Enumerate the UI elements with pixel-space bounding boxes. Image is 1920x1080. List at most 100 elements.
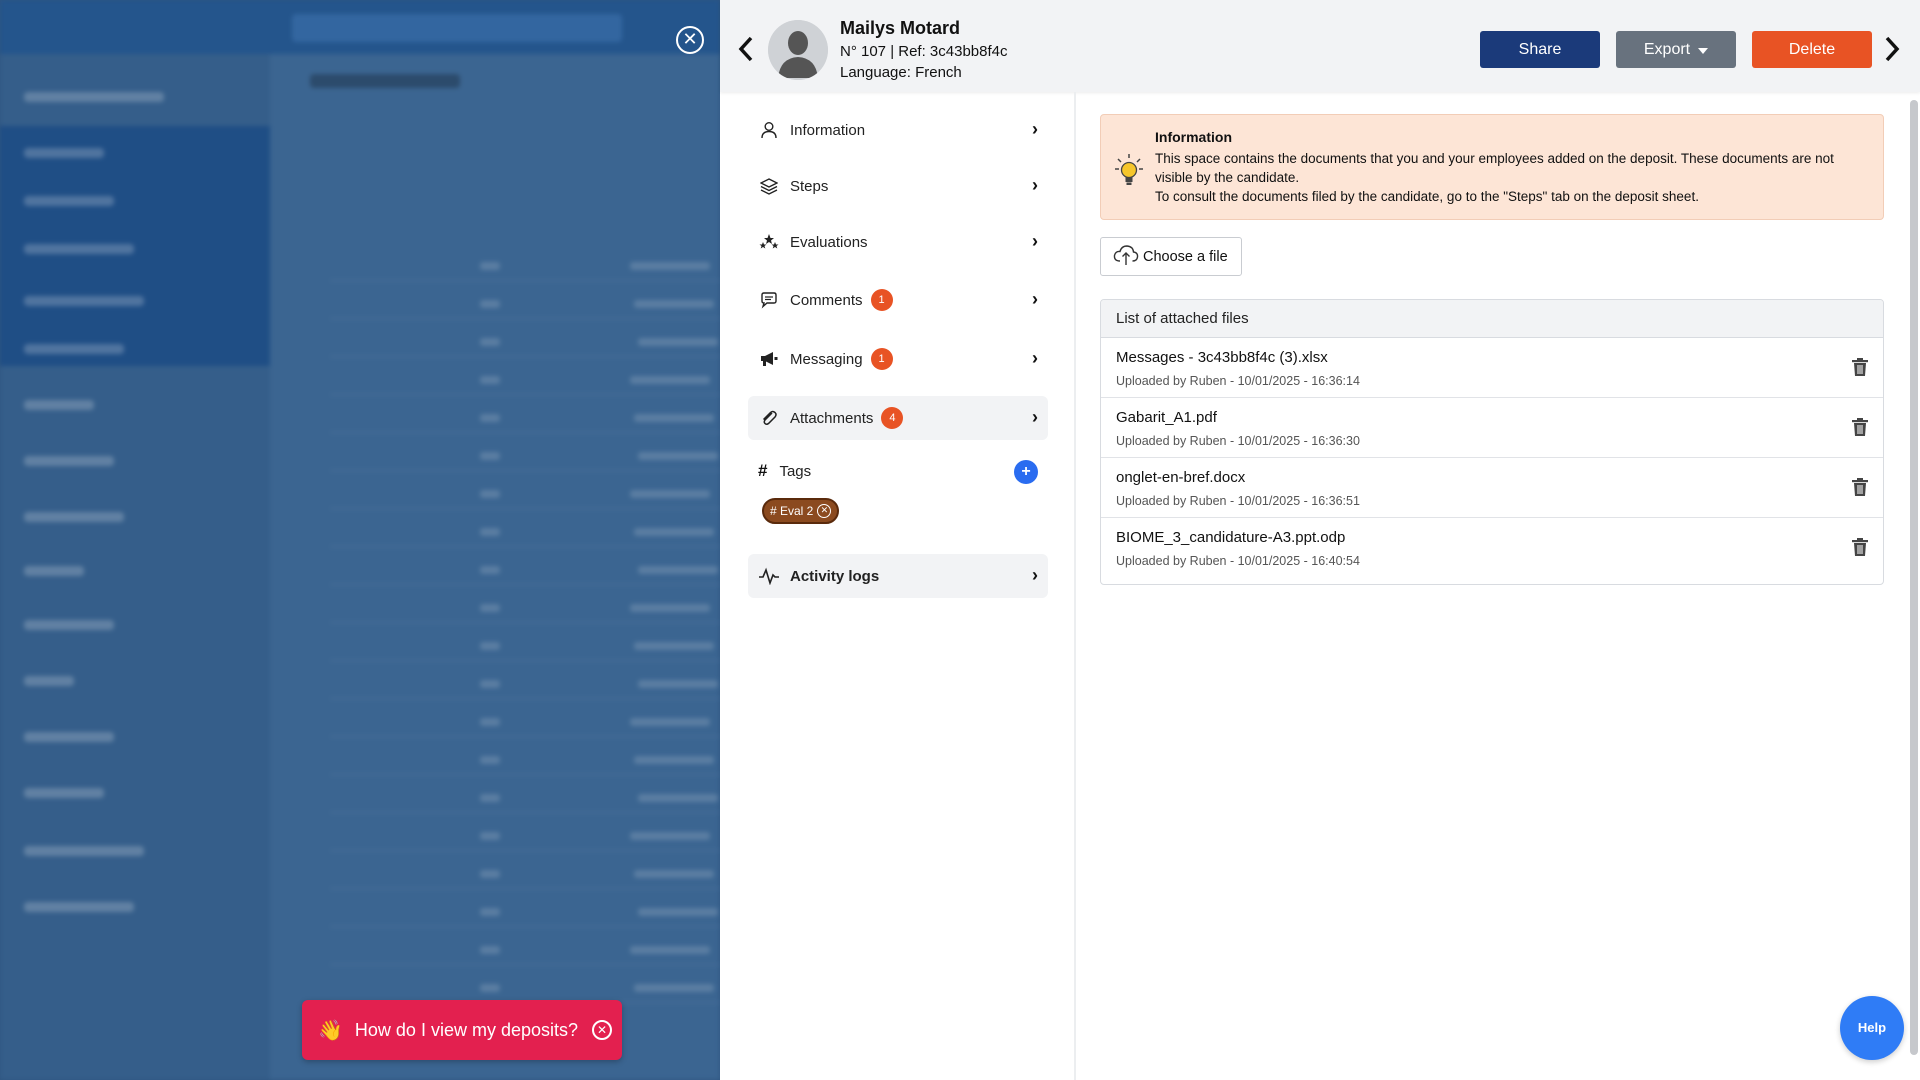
- bg-page-title: [310, 74, 460, 88]
- bg-table-cell: [630, 946, 710, 954]
- nav-item-comments[interactable]: Comments 1 ›: [748, 278, 1048, 322]
- list-item[interactable]: BIOME_3_candidature-A3.ppt.odp Uploaded …: [1101, 518, 1883, 578]
- share-button[interactable]: Share: [1480, 31, 1600, 68]
- bg-table-row: [330, 546, 720, 547]
- info-line: This space contains the documents that y…: [1155, 151, 1834, 185]
- bg-table-row: [330, 432, 720, 433]
- nav-item-attachments[interactable]: Attachments 4 ›: [748, 396, 1048, 440]
- file-name[interactable]: BIOME_3_candidature-A3.ppt.odp: [1116, 529, 1345, 546]
- help-prompt-text: How do I view my deposits?: [354, 1019, 578, 1040]
- bg-table-row: [330, 964, 720, 965]
- nav-item-label: Comments: [790, 291, 863, 309]
- tag-label: # Eval 2: [770, 504, 814, 518]
- hash-icon: #: [758, 461, 768, 480]
- trash-icon[interactable]: [1851, 477, 1869, 497]
- bg-table-cell: [638, 908, 718, 916]
- nav-item-information[interactable]: Information ›: [748, 108, 1048, 152]
- bg-table-row: [330, 850, 720, 851]
- deposit-sections-nav: Information › Steps › Evaluations › Comm…: [720, 92, 1076, 1080]
- wave-icon: 👋: [318, 1019, 343, 1042]
- nav-item-label: Activity logs: [790, 567, 880, 585]
- attached-files-list: List of attached files Messages - 3c43bb…: [1100, 299, 1884, 585]
- nav-item-evaluations[interactable]: Evaluations ›: [748, 220, 1048, 264]
- user-icon: [758, 119, 780, 141]
- list-item[interactable]: Gabarit_A1.pdf Uploaded by Ruben - 10/01…: [1101, 398, 1883, 458]
- chevron-right-icon: ›: [1032, 175, 1038, 195]
- bg-table-cell: [634, 414, 714, 422]
- nav-item-label: Attachments: [790, 409, 874, 427]
- list-item[interactable]: Messages - 3c43bb8f4c (3).xlsx Uploaded …: [1101, 338, 1883, 398]
- bg-table-row: [330, 660, 720, 661]
- bg-table-cell: [634, 870, 714, 878]
- info-body: This space contains the documents that y…: [1155, 149, 1871, 206]
- add-tag-button[interactable]: +: [1014, 460, 1038, 484]
- candidate-name: Mailys Motard: [840, 18, 961, 38]
- file-name[interactable]: Messages - 3c43bb8f4c (3).xlsx: [1116, 349, 1328, 366]
- bg-table-cell: [634, 984, 714, 992]
- bg-sidebar-line: [24, 512, 124, 522]
- candidate-language: Language: French: [840, 64, 962, 81]
- deposits-help-prompt[interactable]: 👋 How do I view my deposits? ✕: [302, 1000, 622, 1060]
- bg-table-cell: [480, 300, 500, 308]
- bg-sidebar-line: [24, 196, 114, 206]
- file-upload-meta: Uploaded by Ruben - 10/01/2025 - 16:36:1…: [1116, 374, 1360, 388]
- bg-sidebar-line: [24, 344, 124, 354]
- deposit-detail-drawer: Mailys Motard N° 107 | Ref: 3c43bb8f4c L…: [720, 0, 1920, 1080]
- info-title: Information: [1155, 129, 1232, 145]
- bg-sidebar-line: [24, 620, 114, 630]
- nav-item-label: Evaluations: [790, 233, 868, 251]
- export-dropdown-button[interactable]: Export: [1616, 31, 1736, 68]
- bg-sidebar-line: [24, 92, 164, 102]
- close-drawer-button[interactable]: ✕: [676, 26, 704, 54]
- bg-sidebar-line: [24, 566, 84, 576]
- bg-table-cell: [480, 984, 500, 992]
- bg-table-cell: [638, 794, 718, 802]
- drawer-header: Mailys Motard N° 107 | Ref: 3c43bb8f4c L…: [720, 0, 1920, 92]
- bg-table-cell: [630, 490, 710, 498]
- help-button[interactable]: Help: [1840, 996, 1904, 1060]
- delete-button[interactable]: Delete: [1752, 31, 1872, 68]
- bg-sidebar-line: [24, 676, 74, 686]
- info-notice: Information This space contains the docu…: [1100, 114, 1884, 220]
- bg-table-cell: [480, 832, 500, 840]
- bg-table-cell: [638, 338, 718, 346]
- trash-icon[interactable]: [1851, 537, 1869, 557]
- trash-icon[interactable]: [1851, 357, 1869, 377]
- nav-item-activity-logs[interactable]: Activity logs ›: [748, 554, 1048, 598]
- bg-table-row: [330, 622, 720, 623]
- next-deposit-icon[interactable]: [1882, 34, 1902, 70]
- chat-icon: [758, 289, 780, 311]
- choose-file-button[interactable]: Choose a file: [1100, 237, 1242, 276]
- bg-table-row: [330, 394, 720, 395]
- bg-table-cell: [634, 756, 714, 764]
- bg-table-cell: [480, 452, 500, 460]
- nav-item-messaging[interactable]: Messaging 1 ›: [748, 337, 1048, 381]
- bg-search: [292, 14, 622, 42]
- drawer-scrollbar[interactable]: [1910, 100, 1918, 1055]
- file-name[interactable]: onglet-en-bref.docx: [1116, 469, 1245, 486]
- file-upload-meta: Uploaded by Ruben - 10/01/2025 - 16:40:5…: [1116, 554, 1360, 568]
- bg-sidebar-line: [24, 788, 104, 798]
- bg-table-cell: [480, 680, 500, 688]
- trash-icon[interactable]: [1851, 417, 1869, 437]
- file-name[interactable]: Gabarit_A1.pdf: [1116, 409, 1217, 426]
- bg-table-row: [330, 584, 720, 585]
- tag-chip[interactable]: # Eval 2 ✕: [762, 498, 840, 524]
- bg-table-cell: [634, 642, 714, 650]
- bg-table-cell: [480, 794, 500, 802]
- bg-table-cell: [630, 718, 710, 726]
- close-prompt-icon[interactable]: ✕: [592, 1020, 612, 1040]
- tags-label: Tags: [779, 462, 812, 480]
- previous-deposit-icon[interactable]: [736, 34, 756, 70]
- bg-sidebar-line: [24, 846, 144, 856]
- bg-sidebar-line: [24, 296, 144, 306]
- bg-table-row: [330, 736, 720, 737]
- bg-sidebar-line: [24, 902, 134, 912]
- bg-table-cell: [480, 376, 500, 384]
- nav-item-steps[interactable]: Steps ›: [748, 164, 1048, 208]
- list-item[interactable]: onglet-en-bref.docx Uploaded by Ruben - …: [1101, 458, 1883, 518]
- remove-tag-icon[interactable]: ✕: [817, 504, 832, 518]
- bg-table-cell: [480, 946, 500, 954]
- bg-table-cell: [630, 262, 710, 270]
- nav-item-label: Steps: [790, 177, 829, 195]
